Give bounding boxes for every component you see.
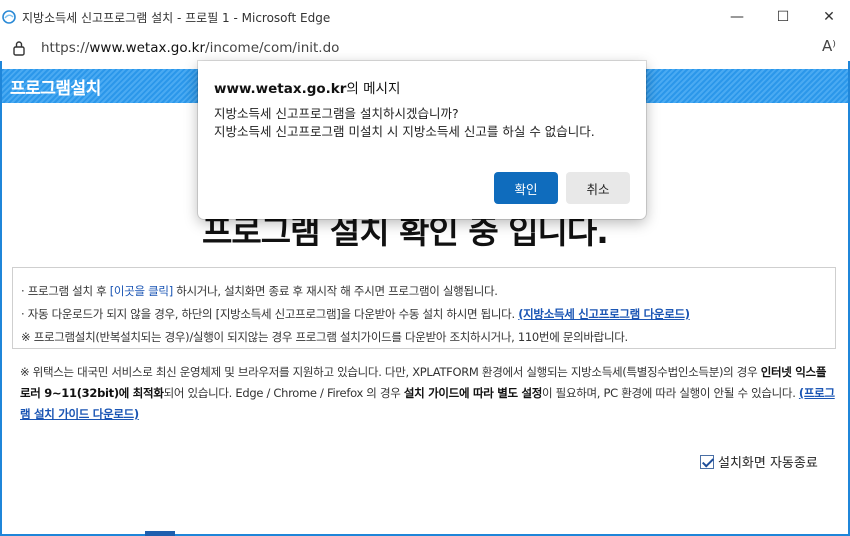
info-line-1-pre: · 프로그램 설치 후 bbox=[21, 284, 110, 298]
dialog-message: 지방소득세 신고프로그램을 설치하시겠습니까? 지방소득세 신고프로그램 미설치… bbox=[214, 105, 630, 141]
dialog-message-line-1: 지방소득세 신고프로그램을 설치하시겠습니까? bbox=[214, 106, 459, 121]
info-box: · 프로그램 설치 후 [이곳을 클릭] 하시거나, 설치화면 종료 후 재시작… bbox=[12, 267, 836, 349]
address-bar[interactable]: https://www.wetax.go.kr/income/com/init.… bbox=[0, 34, 850, 61]
auto-close-checkbox[interactable] bbox=[700, 454, 714, 469]
info-line-3: ※ 프로그램설치(반복설치되는 경우)/실행이 되지않는 경우 프로그램 설치가… bbox=[21, 330, 628, 344]
program-download-link[interactable]: (지방소득세 신고프로그램 다운로드) bbox=[518, 307, 690, 321]
info-line-1-post: 하시거나, 설치화면 종료 후 재시작 해 주시면 프로그램이 실행됩니다. bbox=[172, 284, 498, 298]
confirm-dialog: www.wetax.go.kr의 메시지 지방소득세 신고프로그램을 설치하시겠… bbox=[198, 61, 646, 219]
window-title: 지방소득세 신고프로그램 설치 - 프로필 1 - Microsoft Edge bbox=[22, 10, 331, 25]
click-here-link[interactable]: [이곳을 클릭] bbox=[110, 284, 173, 298]
cancel-button[interactable]: 취소 bbox=[566, 172, 630, 204]
maximize-button[interactable]: ☐ bbox=[760, 0, 806, 34]
dialog-title: www.wetax.go.kr의 메시지 bbox=[214, 77, 400, 97]
info-line-1: · 프로그램 설치 후 [이곳을 클릭] 하시거나, 설치화면 종료 후 재시작… bbox=[21, 280, 835, 303]
read-aloud-icon[interactable]: A⁾ bbox=[822, 37, 836, 55]
bottom-tab-indicator bbox=[145, 531, 175, 536]
url-text[interactable]: https://www.wetax.go.kr/income/com/init.… bbox=[41, 40, 339, 56]
page-header-title: 프로그램설치 bbox=[10, 78, 101, 99]
info-line-2: · 자동 다운로드가 되지 않을 경우, 하단의 [지방소득세 신고프로그램]을… bbox=[21, 303, 835, 326]
lock-icon[interactable] bbox=[12, 40, 26, 56]
title-bar: 지방소득세 신고프로그램 설치 - 프로필 1 - Microsoft Edge… bbox=[0, 0, 850, 34]
url-prefix: https:// bbox=[41, 39, 90, 56]
app-icon bbox=[2, 10, 16, 24]
minimize-button[interactable]: — bbox=[714, 0, 760, 34]
dialog-title-suffix: 의 메시지 bbox=[346, 81, 401, 97]
auto-close-label[interactable]: 설치화면 자동종료 bbox=[718, 452, 818, 471]
notice-bold-2: 설치 가이드에 따라 별도 설정 bbox=[403, 386, 543, 400]
notice-part-3: 이 필요하며, PC 환경에 따라 실행이 안될 수 있습니다. bbox=[542, 386, 799, 400]
dialog-message-line-2: 지방소득세 신고프로그램 미설치 시 지방소득세 신고를 하실 수 없습니다. bbox=[214, 124, 595, 139]
ok-button[interactable]: 확인 bbox=[494, 172, 558, 204]
url-path: /income/com/init.do bbox=[205, 39, 340, 56]
browser-notice: ※ 위택스는 대국민 서비스로 최신 운영체제 및 브라우저를 지원하고 있습니… bbox=[20, 362, 836, 425]
url-host: www.wetax.go.kr bbox=[89, 39, 206, 56]
notice-part-2: 되어 있습니다. Edge / Chrome / Firefox 의 경우 bbox=[163, 386, 404, 400]
notice-part-1: ※ 위택스는 대국민 서비스로 최신 운영체제 및 브라우저를 지원하고 있습니… bbox=[20, 365, 761, 379]
close-window-button[interactable]: ✕ bbox=[806, 0, 850, 34]
auto-close-option[interactable]: 설치화면 자동종료 bbox=[700, 452, 818, 471]
dialog-title-host: www.wetax.go.kr bbox=[214, 81, 347, 97]
info-line-2-pre: · 자동 다운로드가 되지 않을 경우, 하단의 [지방소득세 신고프로그램]을… bbox=[21, 307, 519, 321]
